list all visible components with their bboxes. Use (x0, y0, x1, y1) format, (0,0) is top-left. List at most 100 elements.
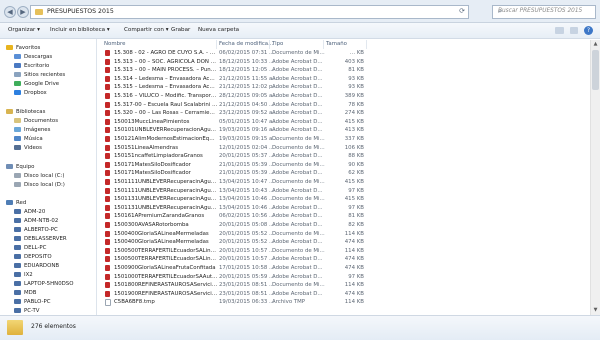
back-button[interactable]: ◀ (4, 6, 16, 18)
network-computer-icon (14, 281, 21, 286)
forward-button[interactable]: ▶ (17, 6, 29, 18)
file-row[interactable]: 1501131UNBLEVERRecuperacinAguaLavad...13… (100, 195, 590, 203)
file-type: Adobe Acrobat D... (272, 204, 323, 211)
nav-net-computer[interactable]: ADM-20 (14, 208, 45, 216)
breadcrumb[interactable]: PRESUPUESTOS 2015 (47, 8, 114, 15)
nav-net-computer[interactable]: ALBERTO-PC (14, 226, 58, 234)
network-computer-icon (14, 227, 21, 232)
vertical-scrollbar[interactable]: ▲ ▼ (590, 40, 600, 315)
pdf-file-icon (105, 222, 110, 228)
file-row[interactable]: C5BA6BF8.tmp 19/03/2015 06:33 ... Archivo … (100, 298, 590, 307)
file-size: 415 KB (344, 118, 364, 125)
nav-libraries[interactable]: Bibliotecas (6, 108, 45, 116)
view-options-icon[interactable] (555, 27, 564, 34)
nav-net-computer[interactable]: PC-TV (14, 307, 39, 315)
address-box[interactable]: PRESUPUESTOS 2015 ⟳ (30, 5, 469, 19)
file-date: 19/03/2015 06:33 ... (219, 299, 275, 306)
item-count: 276 elementos (31, 323, 76, 330)
nav-net-computer[interactable]: DEPOSITO (14, 253, 52, 261)
refresh-icon[interactable]: ⟳ (459, 7, 465, 15)
column-divider[interactable] (323, 40, 324, 49)
folder-icon (7, 320, 23, 335)
file-row[interactable]: 150151LineaAlmendras 12/01/2015 02:04 ...… (100, 144, 590, 152)
nav-favorites[interactable]: Favoritos (6, 44, 40, 52)
nav-net-computer[interactable]: MDB (14, 289, 37, 297)
file-row[interactable]: 150161APremiumZarandaGranos 06/02/2015 10… (100, 212, 590, 220)
scroll-down-arrow[interactable]: ▼ (592, 307, 599, 314)
file-row[interactable]: 150171MatesSiloDosificador 21/01/2015 05:… (100, 169, 590, 177)
nav-recent-places[interactable]: Sitios recientes (14, 71, 65, 79)
nav-drive-d[interactable]: Disco local (D:) (14, 181, 65, 189)
nav-net-computer[interactable]: DEBLASSERVER (14, 235, 67, 243)
nav-downloads[interactable]: Descargas (14, 53, 52, 61)
file-row[interactable]: 15.315 – Ledesma – Envasadora Aceite Es.… (100, 83, 590, 91)
file-row[interactable]: 1500400GloriaSALineaMermeladas 20/01/2015… (100, 230, 590, 238)
file-row[interactable]: 1501131UNBLEVERRecuperacinAguaLavad...13… (100, 204, 590, 212)
nav-network[interactable]: Red (6, 199, 26, 207)
nav-net-computer[interactable]: DELL-PC (14, 244, 46, 252)
file-row[interactable]: 150121AlimModernosEstimacionEquipos 19/03… (100, 135, 590, 143)
file-row[interactable]: 1501111UNBLEVERRecuperacinAguaLavad...13… (100, 178, 590, 186)
preview-pane-icon[interactable] (570, 27, 578, 34)
nav-net-computer[interactable]: PABLO-PC (14, 298, 50, 306)
column-header-size[interactable]: Tamaño (326, 40, 347, 49)
search-input[interactable]: Buscar PRESUPUESTOS 2015 ⌕ (492, 5, 596, 19)
file-row[interactable]: 150013MuccLineaPimientos 05/01/2015 10:47… (100, 118, 590, 126)
nav-drive-c[interactable]: Disco local (C:) (14, 172, 65, 180)
include-library-button[interactable]: Incluir en biblioteca ▾ (50, 27, 110, 33)
column-divider[interactable] (216, 40, 217, 49)
file-row[interactable]: 150101UNBLEVERRecuperacionAguaLavador...… (100, 126, 590, 134)
file-row[interactable]: 150151ncaffetLimpiadoraGranos 20/01/2015 … (100, 152, 590, 160)
nav-dropbox[interactable]: Dropbox (14, 89, 47, 97)
file-row[interactable]: 15.313 – 00 – MAIN PROCESS. – Punzon y..… (100, 66, 590, 74)
file-row[interactable]: 15.314 – Ledesma – Envasadora Aceite Es.… (100, 75, 590, 83)
pdf-file-icon (105, 187, 110, 194)
file-row[interactable]: 1500400GloriaSALineaMermeladas 20/01/2015… (100, 238, 590, 246)
file-size: 97 KB (348, 204, 364, 211)
nav-pictures[interactable]: Imágenes (14, 126, 50, 134)
file-date: 20/01/2015 05:52 ... (219, 239, 275, 246)
file-row[interactable]: 1501000TERRAFERTILEcuadorSAAutomat...20/… (100, 273, 590, 281)
file-row[interactable]: 1500300AVASARotorbomba 20/01/2015 05:08 .… (100, 221, 590, 229)
scrollbar-thumb[interactable] (592, 50, 599, 90)
column-divider[interactable] (366, 40, 367, 49)
file-row[interactable]: 15.320 – 00 – Las Rosas – Cerramiento Pa… (100, 109, 590, 117)
nav-google-drive[interactable]: Google Drive (14, 80, 59, 88)
file-row[interactable]: 1500900GloriaSALineaFrutaConfitada 17/01/… (100, 264, 590, 272)
column-divider[interactable] (269, 40, 270, 49)
file-row[interactable]: 1500500TERRAFERTILEcuadorSALineaMer...20… (100, 255, 590, 263)
file-row[interactable]: 15.316 – VILUCO – Modific. Transportes 28… (100, 92, 590, 100)
file-date: 06/02/2015 10:56 ... (219, 213, 275, 220)
nav-net-computer[interactable]: ADM-NTB-02 (14, 217, 58, 225)
nav-desktop[interactable]: Escritorio (14, 62, 49, 70)
burn-button[interactable]: Grabar (171, 27, 190, 33)
share-button[interactable]: Compartir con ▾ (124, 27, 169, 33)
pdf-file-icon (105, 273, 110, 280)
column-header-name[interactable]: Nombre (104, 40, 125, 49)
file-row[interactable]: 1500500TERRAFERTILEcuadorSALineaMer...20… (100, 247, 590, 255)
scroll-up-arrow[interactable]: ▲ (592, 41, 599, 48)
file-row[interactable]: 15.317-00 – Escuela Raul Scalabrini Orti… (100, 101, 590, 109)
file-date: 17/01/2015 10:58 ... (219, 265, 275, 271)
file-row[interactable]: 1501900REFINERASTAUROSAServiciosIns...23… (100, 290, 590, 298)
column-header-date[interactable]: Fecha de modifica... (219, 40, 273, 49)
file-row[interactable]: 1501800REFINERASTAUROSAServiciosIns...23… (100, 281, 590, 289)
documents-icon (14, 118, 21, 123)
nav-net-computer[interactable]: LAPTOP-5HN0DSO (14, 280, 73, 288)
nav-documents[interactable]: Documentos (14, 117, 58, 125)
new-folder-button[interactable]: Nueva carpeta (198, 27, 239, 33)
file-row[interactable]: 15.308 - 02 - AGRO DE CUYO S.A. - Equip.… (100, 49, 590, 57)
file-row[interactable]: 1501111UNBLEVERRecuperacinAguaLavad...13… (100, 187, 590, 195)
file-date: 23/01/2015 08:51 ... (219, 282, 275, 289)
help-icon[interactable]: ? (584, 26, 593, 35)
nav-net-computer[interactable]: EDUARDONB (14, 262, 59, 270)
file-size: ... KB (349, 50, 364, 56)
nav-net-computer[interactable]: IX2 (14, 271, 33, 279)
nav-videos[interactable]: Videos (14, 144, 42, 152)
file-row[interactable]: 15.313 – 00 – SOC. AGRICOLA DON MATE...1… (100, 58, 590, 66)
organize-button[interactable]: Organizar ▾ (8, 27, 40, 33)
file-row[interactable]: 150171MatesSiloDosificador 21/01/2015 05:… (100, 161, 590, 169)
nav-computer[interactable]: Equipo (6, 163, 34, 171)
column-header-type[interactable]: Tipo (272, 40, 283, 49)
nav-music[interactable]: Música (14, 135, 43, 143)
